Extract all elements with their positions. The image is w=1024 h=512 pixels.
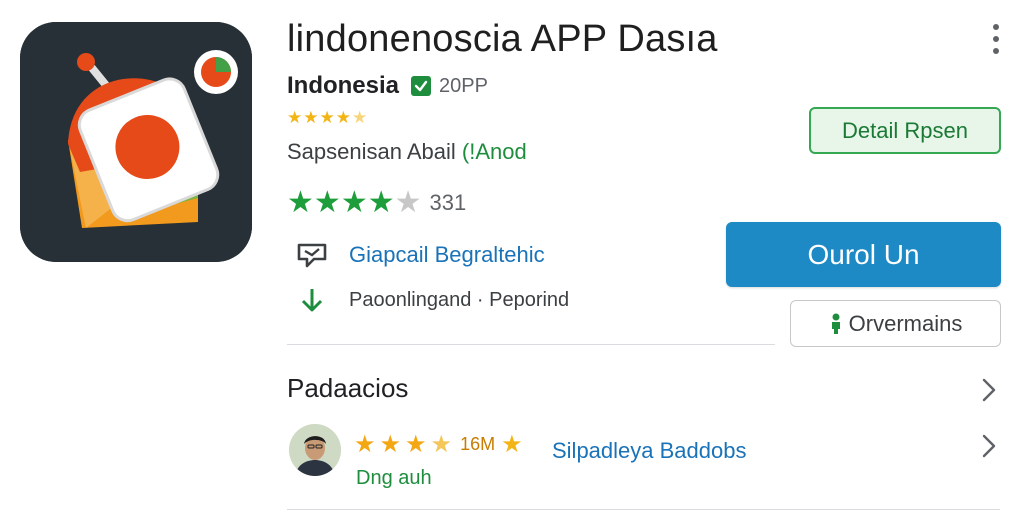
feature-row[interactable]: Paoonlingand · Peporind	[295, 285, 569, 315]
feature-label: Giapcail Begraltehic	[349, 242, 545, 267]
app-category: Sapsenisan Abail (!Anod	[287, 139, 527, 165]
small-star-rating: ★★★★★	[287, 109, 368, 126]
category-text: Sapsenisan Abail	[287, 139, 456, 164]
star-icon: ★	[367, 186, 395, 219]
half-star-icon: ★	[352, 108, 369, 127]
section-title: Padaacios	[287, 373, 409, 403]
star-icon: ★	[379, 430, 402, 458]
review-author: Dng auh	[356, 467, 432, 489]
category-link[interactable]: (!Anod	[462, 139, 527, 164]
figure-icon	[831, 313, 840, 334]
star-icon: ★	[287, 108, 304, 127]
star-icon: ★	[313, 186, 341, 219]
install-button[interactable]: Ourol Un	[726, 222, 1001, 287]
half-star-icon: ★	[430, 430, 453, 458]
rating-count: 331	[429, 190, 467, 215]
review-count: 16M	[460, 434, 496, 454]
star-icon: ★	[319, 108, 336, 127]
star-icon: ★	[340, 186, 368, 219]
download-arrow-icon	[295, 285, 329, 315]
divider	[287, 344, 775, 345]
developer-extra: 20PP	[439, 74, 488, 97]
review-title-link[interactable]: Silpadleya Baddobs	[552, 438, 746, 464]
empty-star-icon: ★	[394, 186, 422, 219]
feature-label: Paoonlingand · Peporind	[349, 288, 570, 311]
app-logo-icon	[20, 22, 252, 262]
star-icon: ★	[335, 108, 352, 127]
feature-row[interactable]: Giapcail Begraltehic	[295, 240, 545, 270]
chevron-right-icon[interactable]	[978, 432, 1000, 460]
star-rating: ★ ★ ★ ★ ★	[287, 188, 422, 218]
more-options-icon[interactable]	[986, 22, 1006, 56]
star-icon: ★	[501, 431, 523, 458]
chat-bubble-icon	[295, 240, 329, 270]
app-icon	[20, 22, 252, 262]
review-star-rating: ★ ★ ★ ★ 16M ★	[354, 430, 523, 459]
star-icon: ★	[303, 108, 320, 127]
star-icon: ★	[354, 430, 376, 458]
secondary-button[interactable]: Orvermains	[790, 300, 1001, 347]
star-icon: ★	[287, 186, 314, 219]
secondary-button-label: Orvermains	[848, 310, 963, 336]
rating-row: ★ ★ ★ ★ ★ 331	[287, 188, 466, 218]
divider	[287, 509, 1000, 510]
developer-row: Indonesia 20PP	[287, 72, 488, 100]
app-title: lindonenoscia APP Dasıa	[287, 18, 718, 60]
detail-button[interactable]: Detail Rpsen	[809, 107, 1001, 154]
chevron-right-icon[interactable]	[978, 376, 1000, 404]
avatar[interactable]	[289, 424, 341, 476]
verified-check-icon	[411, 76, 432, 96]
star-icon: ★	[405, 430, 427, 458]
developer-name[interactable]: Indonesia	[287, 72, 399, 100]
